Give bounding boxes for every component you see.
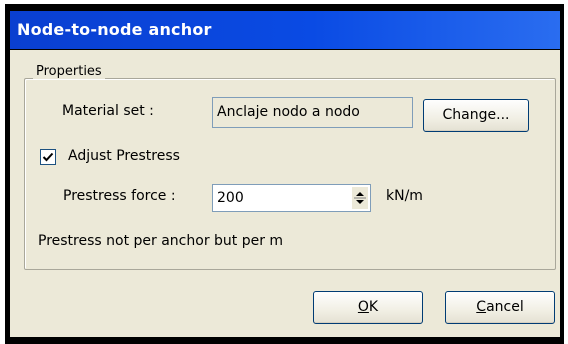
- prestress-force-input[interactable]: 200: [212, 184, 371, 212]
- prestress-note: Prestress not per anchor but per m: [38, 233, 284, 249]
- checkmark-icon: [42, 152, 54, 162]
- cancel-mnemonic: C: [476, 299, 487, 315]
- spin-up-down-icon: [354, 192, 366, 204]
- window-title: Node-to-node anchor: [17, 20, 212, 39]
- material-set-label: Material set :: [62, 103, 154, 119]
- change-button[interactable]: Change...: [423, 99, 529, 132]
- ok-label-rest: K: [368, 299, 379, 315]
- prestress-force-value[interactable]: 200: [217, 185, 244, 211]
- material-set-field: Anclaje nodo a nodo: [212, 97, 413, 128]
- adjust-prestress-checkbox[interactable]: [40, 149, 56, 165]
- prestress-force-spinner[interactable]: [352, 187, 368, 209]
- prestress-force-label: Prestress force :: [63, 188, 176, 204]
- prestress-unit: kN/m: [386, 188, 423, 204]
- ok-button[interactable]: OK: [313, 291, 423, 324]
- cancel-label-rest: ancel: [486, 299, 524, 315]
- ok-mnemonic: O: [357, 299, 369, 315]
- adjust-prestress-label[interactable]: Adjust Prestress: [68, 148, 180, 164]
- cancel-button[interactable]: Cancel: [445, 291, 555, 324]
- properties-group-label: Properties: [33, 64, 105, 79]
